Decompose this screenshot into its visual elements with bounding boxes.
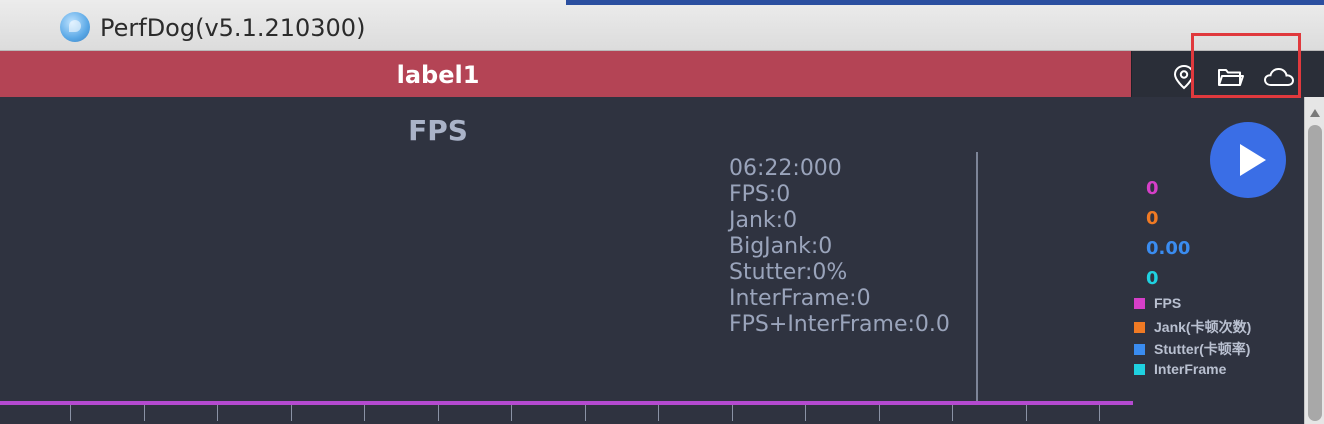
tooltip-fps-interframe: FPS+InterFrame:0.0	[729, 312, 950, 337]
tooltip-interframe: InterFrame:0	[729, 286, 871, 311]
tooltip-fps: FPS:0	[729, 182, 791, 207]
legend-swatch	[1134, 298, 1145, 309]
axis-tick	[70, 405, 71, 421]
interframe-current-value: 0	[1146, 268, 1159, 289]
chart-title: FPS	[408, 114, 468, 147]
perfdog-logo-icon	[60, 12, 90, 42]
tooltip-time: 06:22:000	[729, 156, 842, 181]
legend-label: InterFrame	[1154, 361, 1227, 377]
play-button[interactable]	[1210, 122, 1286, 198]
time-axis-ticks	[0, 405, 1133, 424]
legend-swatch	[1134, 364, 1145, 375]
axis-tick	[805, 405, 806, 421]
legend-item-stutter[interactable]: Stutter(卡顿率)	[1134, 339, 1250, 359]
scroll-thumb[interactable]	[1308, 125, 1322, 421]
legend-swatch	[1134, 344, 1145, 355]
axis-tick	[364, 405, 365, 421]
window-top-strip	[566, 0, 1324, 5]
title-bar: PerfDog(v5.1.210300)	[0, 0, 1324, 51]
label-bar[interactable]: label1	[0, 51, 1131, 97]
label-bar-text: label1	[396, 61, 480, 89]
chart-tooltip: 06:22:000 FPS:0 Jank:0 BigJank:0 Stutter…	[729, 156, 950, 338]
tooltip-stutter: Stutter:0%	[729, 260, 848, 285]
tooltip-bigjank: BigJank:0	[729, 234, 833, 259]
axis-tick	[291, 405, 292, 421]
tooltip-jank: Jank:0	[729, 208, 798, 233]
axis-tick	[1026, 405, 1027, 421]
legend-swatch	[1134, 322, 1145, 333]
axis-tick	[732, 405, 733, 421]
axis-tick	[952, 405, 953, 421]
axis-tick	[144, 405, 145, 421]
axis-tick	[879, 405, 880, 421]
toolbar-highlight-box	[1191, 33, 1301, 98]
axis-tick	[1099, 405, 1100, 421]
vertical-scrollbar[interactable]	[1304, 97, 1324, 424]
jank-current-value: 0	[1146, 208, 1159, 229]
legend-label: Jank(卡顿次数)	[1154, 319, 1252, 335]
window-title: PerfDog(v5.1.210300)	[100, 14, 366, 42]
legend-label: Stutter(卡顿率)	[1154, 341, 1251, 357]
legend-item-fps[interactable]: FPS	[1134, 295, 1181, 311]
legend-label: FPS	[1154, 295, 1182, 311]
axis-tick	[585, 405, 586, 421]
stutter-current-value: 0.00	[1146, 238, 1191, 259]
legend-item-interframe[interactable]: InterFrame	[1134, 361, 1226, 377]
legend-item-jank[interactable]: Jank(卡顿次数)	[1134, 317, 1251, 337]
axis-tick	[217, 405, 218, 421]
axis-tick	[438, 405, 439, 421]
chart-cursor-line[interactable]	[976, 152, 978, 404]
fps-current-value: 0	[1146, 178, 1159, 199]
axis-tick	[511, 405, 512, 421]
scroll-up-arrow-icon[interactable]	[1310, 109, 1320, 117]
axis-tick	[658, 405, 659, 421]
